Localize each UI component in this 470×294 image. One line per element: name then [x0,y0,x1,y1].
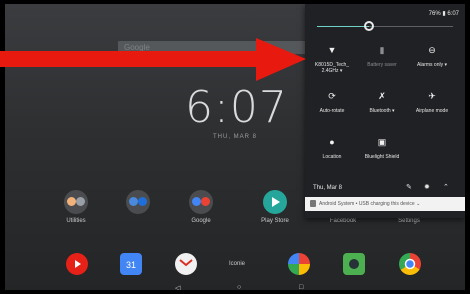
edit-icon[interactable]: ✎ [406,183,412,191]
tile-label: Auto-rotate [319,108,345,114]
clock-date: THU, MAR 8 [212,134,257,140]
chrome-icon[interactable] [399,253,421,275]
battery-time-status: 76% ▮ 6:07 [428,11,459,17]
tile-label: Battery saver [367,62,397,68]
tile-bluetooth[interactable]: ✗ Bluetooth ▾ [357,90,407,114]
quick-settings-panel: 76% ▮ 6:07 ▼ K8015D_Tech_ 2.4GHz ▾ ▮ Bat… [305,4,465,218]
wifi-icon: ▼ [327,45,337,55]
tile-label: Location [322,154,342,160]
folder-icon [64,190,88,214]
auto-rotate-icon: ⟳ [328,91,336,101]
brightness-slider-knob[interactable] [363,21,374,31]
tile-label: Alarms only ▾ [416,62,448,68]
chevron-up-icon[interactable]: ⌃ [443,183,449,191]
recents-button[interactable]: □ [299,284,303,290]
shade-footer: Thu, Mar 8 ✎ ✹ ⌃ Android System • USB ch… [305,180,465,218]
folder-icon [189,190,213,214]
back-button[interactable]: ◁ [175,284,180,290]
svg-text:31: 31 [126,260,136,270]
gmail-icon[interactable] [175,253,197,275]
notification-text: Android System • USB charging this devic… [319,201,421,207]
tile-location[interactable]: ● Location [307,136,357,160]
app-label: Settings [398,218,420,224]
youtube-icon[interactable] [66,253,88,275]
app-label: Utilities [66,218,86,224]
tile-label: Bluetooth ▾ [369,108,395,114]
usb-notification[interactable]: Android System • USB charging this devic… [305,197,465,211]
tile-battery-saver[interactable]: ▮ Battery saver [357,44,407,68]
do-not-disturb-icon: ⊖ [428,45,436,55]
calendar-icon[interactable]: 31 [120,253,142,275]
settings-icon[interactable]: ✹ [424,183,430,191]
app-label: Play Store [261,218,289,224]
photos-icon[interactable] [288,253,310,275]
android-system-icon [310,200,316,207]
tile-do-not-disturb[interactable]: ⊖ Alarms only ▾ [407,44,457,68]
airplane-icon: ✈ [428,91,436,101]
play-store-icon [263,190,287,214]
red-arrow-annotation [0,38,306,81]
app-label: Facebook [329,218,357,224]
dock-label: Iconie [229,261,246,267]
app-google-folder[interactable]: Google [181,190,221,224]
app-folder[interactable] [118,190,158,218]
app-label: Google [191,218,211,224]
clock-time[interactable]: 6:07 [185,82,287,133]
tile-auto-rotate[interactable]: ⟳ Auto-rotate [307,90,357,114]
tile-label: K8015D_Tech_ 2.4GHz ▾ [314,62,350,74]
bluelight-shield-icon: ▣ [377,137,387,147]
shade-date: Thu, Mar 8 [313,185,343,191]
tile-bluelight-shield[interactable]: ▣ Bluelight Shield [357,136,407,160]
tile-label: Airplane mode [415,108,449,114]
folder-icon [126,190,150,214]
home-button[interactable]: ○ [237,284,241,290]
brightness-fill [317,26,369,27]
bluetooth-off-icon: ✗ [378,91,386,101]
battery-icon: ▮ [379,45,385,55]
app-utilities-folder[interactable]: Utilities [56,190,96,224]
app-play-store[interactable]: Play Store [255,190,295,224]
location-icon: ● [329,137,335,147]
tile-label: Bluelight Shield [364,154,400,160]
tile-airplane-mode[interactable]: ✈ Airplane mode [407,90,457,114]
tile-wifi[interactable]: ▼ K8015D_Tech_ 2.4GHz ▾ [307,44,357,74]
camera-icon[interactable] [343,253,365,275]
